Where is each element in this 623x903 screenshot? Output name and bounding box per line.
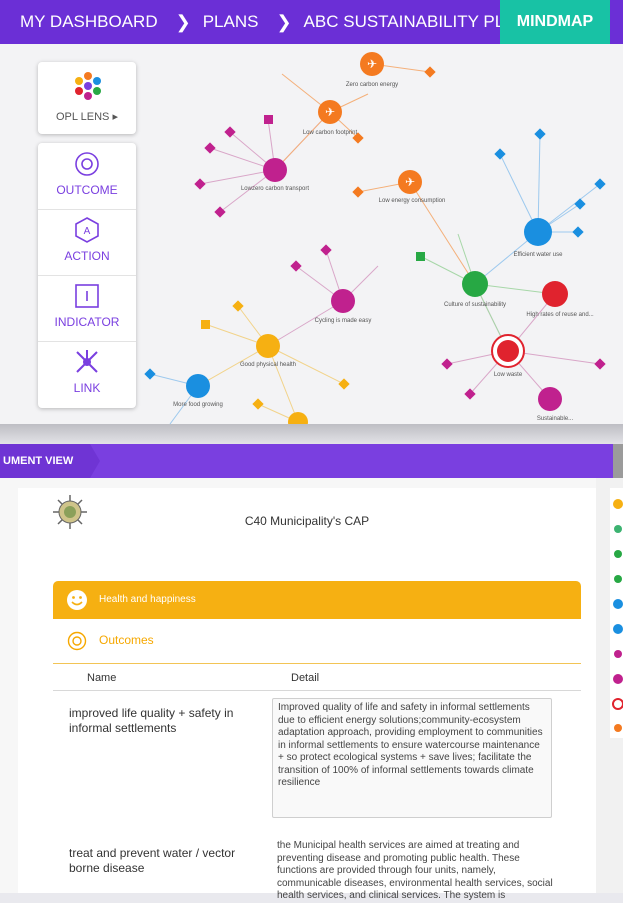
nature-legend-icon [614, 525, 622, 533]
water-legend-icon [613, 599, 623, 609]
indicator-icon [75, 284, 99, 308]
opl-lens-button[interactable]: OPL LENS ▸ [38, 62, 136, 134]
action-tool[interactable]: A ACTION [38, 209, 136, 276]
node-culture: Culture of sustainability [444, 302, 506, 308]
culture-legend-icon [614, 550, 622, 558]
mindmap-toolbox: OUTCOME A ACTION INDICATOR LINK [38, 143, 136, 408]
node-high-reuse: High rates of reuse and... [526, 312, 594, 318]
outcome-tool-label: OUTCOME [56, 183, 118, 197]
chevron-right-icon: ❯ [175, 11, 191, 32]
breadcrumb-plan[interactable]: ABC SUSTAINABILITY PLAN [292, 12, 528, 32]
outcome-icon [75, 152, 99, 176]
outcome-detail-text: the Municipal health services are aimed … [277, 840, 553, 901]
document-bar-edge [613, 444, 623, 478]
outcome-target-icon [67, 631, 87, 651]
svg-text:✈: ✈ [325, 105, 335, 119]
breadcrumb-mindmap[interactable]: MINDMAP [500, 0, 623, 44]
flower-logo-icon [75, 72, 101, 100]
node-good-health: Good physical health [240, 362, 296, 368]
svg-text:✈: ✈ [367, 57, 377, 71]
column-detail: Detail [291, 672, 320, 684]
theme-legend-icons [612, 499, 623, 732]
theme-title: Health and happiness [99, 594, 196, 605]
document-card: C40 Municipality's CAP Health and happin… [18, 488, 596, 901]
link-network-icon [76, 350, 98, 373]
theme-header[interactable]: Health and happiness [53, 581, 581, 619]
node-zero-carbon: Zero carbon energy [346, 82, 398, 88]
link-tool[interactable]: LINK [38, 341, 136, 407]
svg-text:A: A [84, 226, 91, 237]
node-more-food: More food growing [173, 402, 223, 408]
breadcrumb-end [610, 0, 623, 44]
node-cycling: Cycling is made easy [315, 318, 372, 324]
apple-legend-icon [613, 624, 623, 634]
svg-text:✈: ✈ [405, 175, 415, 189]
outcome-tool[interactable]: OUTCOME [38, 143, 136, 210]
tree-legend-icon [613, 674, 623, 684]
health-legend-icon [613, 499, 623, 509]
document-title: C40 Municipality's CAP [244, 514, 370, 528]
node-sustainable: Sustainable... [537, 416, 574, 422]
energy-legend-icon [614, 724, 622, 732]
outcomes-section-title: Outcomes [99, 633, 154, 647]
breadcrumb: MY DASHBOARD ❯ PLANS ❯ ABC SUSTAINABILIT… [0, 0, 623, 44]
smiley-icon [67, 590, 87, 610]
outcome-name: treat and prevent water / vector borne d… [69, 846, 236, 875]
link-tool-label: LINK [73, 381, 101, 395]
node-efficient-water: Efficient water use [514, 252, 564, 258]
food-legend-icon [614, 575, 622, 583]
node-low-waste: Low waste [494, 372, 523, 378]
document-view-tab[interactable]: UMENT VIEW [0, 444, 100, 478]
breadcrumb-dashboard[interactable]: MY DASHBOARD [0, 12, 158, 32]
node-lowzero-transport: Lowzero carbon transport [241, 186, 309, 192]
action-hexagon-icon: A [75, 217, 99, 243]
document-panel: C40 Municipality's CAP Health and happin… [0, 478, 596, 901]
breadcrumb-plans[interactable]: PLANS [191, 12, 259, 32]
outcomes-table-header: Name Detail [53, 666, 581, 691]
indicator-tool[interactable]: INDICATOR [38, 275, 136, 342]
chevron-right-icon: ❯ [276, 11, 292, 32]
mindmap-canvas[interactable]: ✈ ✈ ✈ Zero carbon energy Low carbon footpr… [0, 44, 623, 424]
outcome-name: improved life quality + safety in inform… [69, 706, 234, 735]
outcome-detail-field[interactable]: Improved quality of life and safety in i… [272, 698, 552, 818]
screenshot-divider [0, 424, 623, 444]
waste-legend-icon [612, 698, 623, 710]
document-view-bar: UMENT VIEW [0, 444, 623, 478]
node-low-carbon: Low carbon footprint [303, 130, 358, 136]
action-tool-label: ACTION [64, 249, 110, 263]
theme-legend [610, 488, 623, 738]
node-low-energy: Low energy consumption [379, 198, 446, 204]
indicator-tool-label: INDICATOR [54, 315, 120, 329]
outcomes-section-header: Outcomes [53, 619, 581, 664]
column-name: Name [87, 672, 117, 684]
bike-legend-icon [614, 650, 622, 658]
opl-lens-label: OPL LENS ▸ [56, 111, 118, 123]
